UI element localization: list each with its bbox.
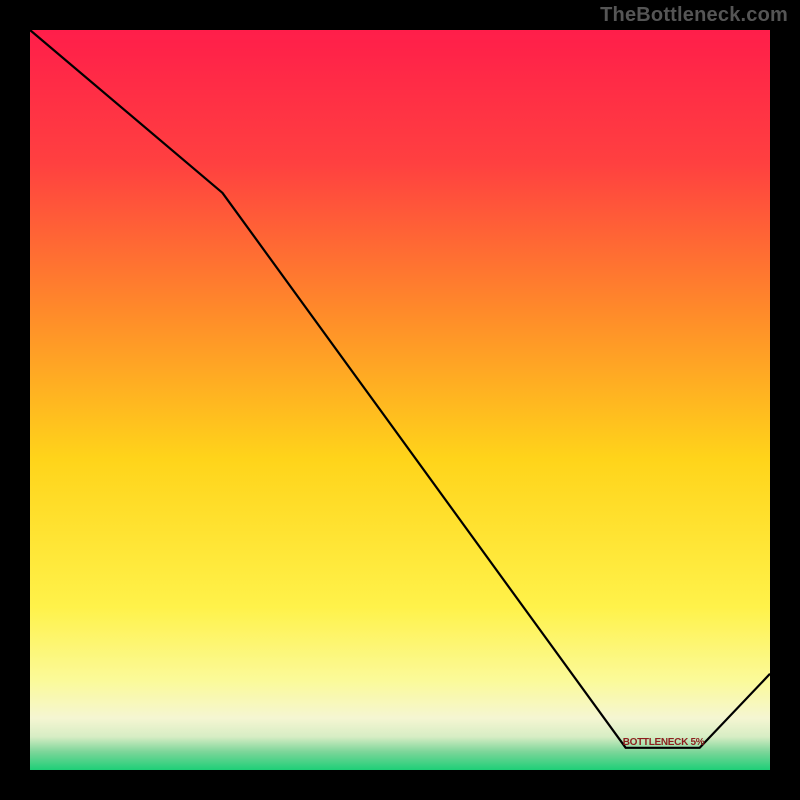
bottleneck-annotation: BOTTLENECK 5% bbox=[623, 737, 705, 748]
plot-background bbox=[30, 30, 770, 770]
plot-svg bbox=[30, 30, 770, 770]
watermark-text: TheBottleneck.com bbox=[600, 4, 788, 27]
chart-frame: TheBottleneck.com BOTTLENECK 5% bbox=[0, 0, 800, 800]
plot-area: BOTTLENECK 5% bbox=[30, 30, 770, 770]
